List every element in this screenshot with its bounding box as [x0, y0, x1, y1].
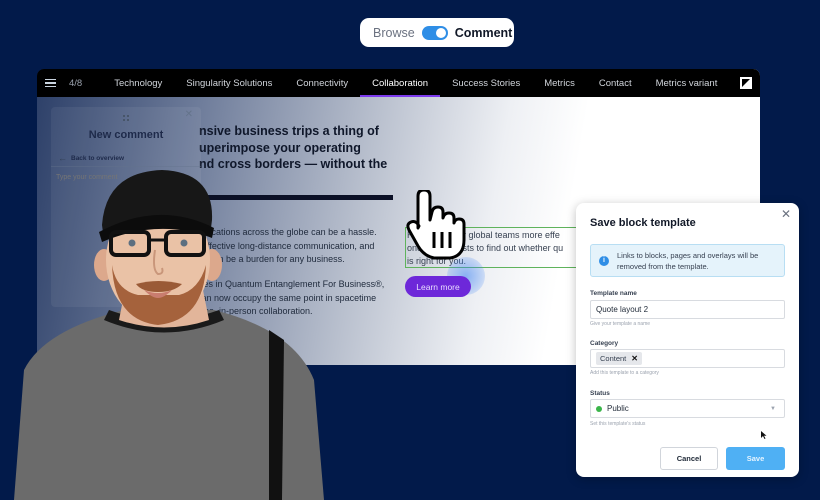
hamburger-menu-icon[interactable]	[45, 77, 56, 90]
headline-line: uperimpose your operating	[199, 140, 361, 155]
status-select[interactable]: Public ▼	[590, 399, 785, 418]
page-headline: nsive business trips a thing of uperimpo…	[199, 123, 409, 173]
mouse-pointer-icon	[761, 431, 767, 439]
nav-item-technology[interactable]: Technology	[102, 69, 174, 97]
switch-knob	[435, 27, 446, 38]
nav-item-singularity-solutions[interactable]: Singularity Solutions	[174, 69, 284, 97]
close-icon[interactable]: ✕	[185, 109, 193, 120]
learn-more-button[interactable]: Learn more	[405, 276, 471, 297]
arrow-left-icon: ←	[58, 153, 67, 163]
template-name-label: Template name	[590, 290, 637, 297]
template-name-value: Quote layout 2	[596, 305, 649, 314]
info-icon: i	[599, 255, 609, 266]
nav-item-connectivity[interactable]: Connectivity	[284, 69, 360, 97]
category-input[interactable]: Content ✕	[590, 349, 785, 368]
person-photo	[14, 170, 324, 500]
category-label: Category	[590, 340, 619, 347]
mode-switch[interactable]	[421, 25, 448, 40]
divider	[51, 166, 201, 167]
info-banner: i Links to blocks, pages and overlays wi…	[590, 244, 785, 277]
mode-toggle: Browse Comment	[360, 18, 514, 47]
nav-item-collaboration[interactable]: Collaboration	[360, 69, 441, 97]
headline-line: nsive business trips a thing of	[199, 124, 379, 138]
status-hint: Set this template's status	[590, 421, 646, 427]
drag-handle-icon[interactable]	[123, 115, 129, 121]
category-chip: Content ✕	[596, 352, 642, 365]
status-label: Status	[590, 390, 610, 397]
nav-item-contact[interactable]: Contact	[587, 69, 644, 97]
template-name-hint: Give your template a name	[590, 321, 651, 327]
chip-label: Content	[600, 354, 627, 363]
info-text: Links to blocks, pages and overlays will…	[617, 250, 759, 271]
cancel-button[interactable]: Cancel	[660, 447, 718, 470]
status-value: Public	[607, 404, 629, 413]
comment-mode-label[interactable]: Comment	[455, 26, 513, 40]
nav-item-success-stories[interactable]: Success Stories	[440, 69, 532, 97]
save-button[interactable]: Save	[726, 447, 785, 470]
chevron-down-icon: ▼	[770, 406, 776, 412]
close-icon[interactable]: ✕	[781, 207, 791, 221]
modal-title: Save block template	[590, 217, 696, 229]
nav-item-metrics[interactable]: Metrics	[532, 69, 587, 97]
comment-panel-title: New comment	[88, 129, 164, 141]
hand-pointer-icon	[406, 190, 466, 260]
back-label: Back to overview	[71, 154, 125, 162]
template-name-input[interactable]: Quote layout 2	[590, 300, 785, 319]
back-to-overview-link[interactable]: ← Back to overview	[58, 153, 124, 163]
remove-chip-icon[interactable]: ✕	[631, 354, 638, 363]
nav-item-metrics-variant[interactable]: Metrics variant	[644, 69, 730, 97]
page-counter: 4/8	[69, 77, 83, 89]
category-hint: Add this template to a category	[590, 370, 659, 376]
status-dot-icon	[596, 405, 602, 412]
browse-mode-label[interactable]: Browse	[373, 26, 415, 40]
fullscreen-icon[interactable]	[740, 77, 752, 89]
navbar: 4/8 Technology Singularity Solutions Con…	[37, 69, 760, 97]
